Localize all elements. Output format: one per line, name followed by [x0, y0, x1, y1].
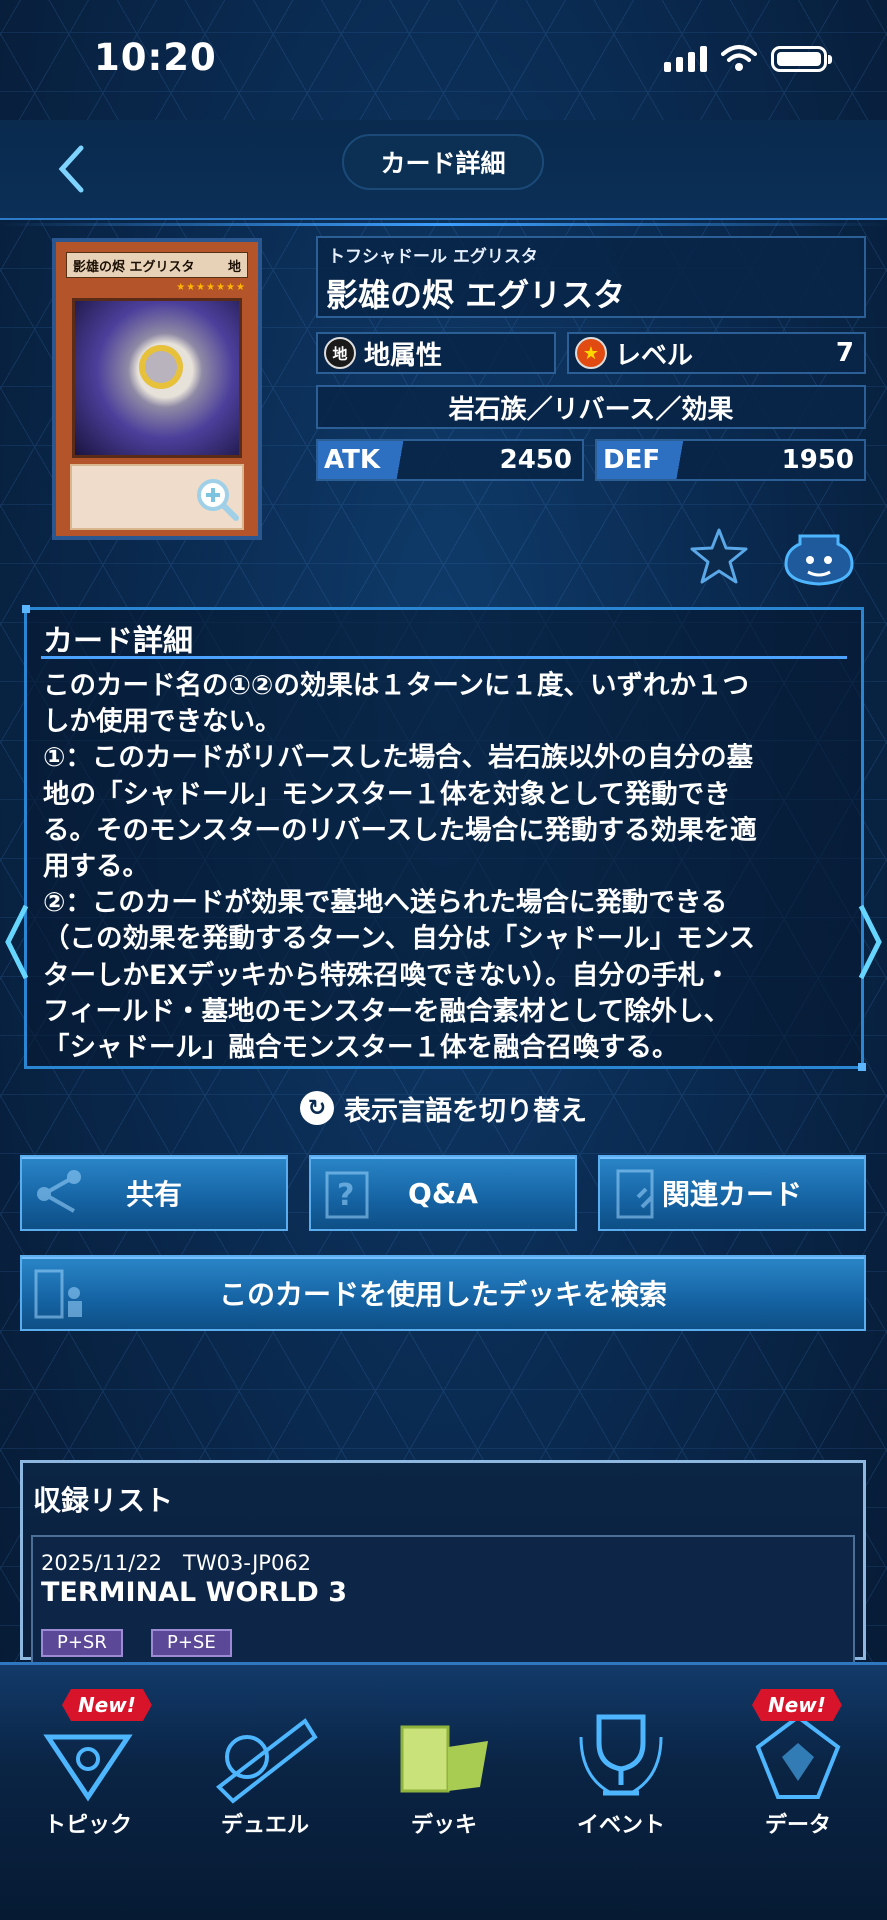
svg-text:?: ?	[337, 1178, 354, 1213]
record-list-item[interactable]: 2025/11/22 TW03-JP062 TERMINAL WORLD 3 P…	[31, 1535, 855, 1675]
nav-duel[interactable]: デュエル	[185, 1689, 345, 1839]
atk-label: ATK	[318, 441, 418, 479]
favorite-star-icon[interactable]	[688, 526, 750, 586]
wifi-icon	[721, 45, 757, 71]
card-image-name: 地 影雄の烬 エグリスタ	[66, 252, 248, 278]
nav-topics[interactable]: New! トピック	[8, 1689, 168, 1839]
status-icons	[664, 44, 832, 72]
page-title: カード詳細	[342, 134, 544, 190]
qa-label: Q&A	[408, 1176, 478, 1210]
details-divider	[41, 656, 847, 659]
signal-icon	[664, 46, 707, 72]
record-list: 収録リスト 2025/11/22 TW03-JP062 TERMINAL WOR…	[20, 1460, 866, 1675]
related-cards-label: 関連カード	[661, 1178, 802, 1211]
language-toggle-label: 表示言語を切り替え	[344, 1095, 587, 1127]
details-title: カード詳細	[43, 624, 193, 659]
duel-disk-icon	[215, 1718, 318, 1804]
record-list-title: 収録リスト	[33, 1484, 174, 1517]
card-image-attribute: 地	[227, 260, 241, 275]
card-type: 岩石族／リバース／効果	[316, 385, 866, 429]
card-details-panel: カード詳細 このカード名の①②の効果は１ターンに１度、いずれか１つ しか使用でき…	[22, 605, 866, 1071]
qa-icon: ?	[325, 1171, 369, 1219]
prev-card-arrow-icon[interactable]	[2, 902, 32, 982]
card-image[interactable]: 地 影雄の烬 エグリスタ ★★★★★★★	[52, 238, 262, 540]
card-artwork	[72, 298, 242, 458]
attribute-label: 地属性	[364, 340, 443, 371]
nav-topics-label: トピック	[43, 1813, 132, 1838]
deck-search-icon	[34, 1269, 82, 1319]
language-toggle[interactable]: ↻ 表示言語を切り替え	[0, 1086, 887, 1130]
status-bar: 10:20	[0, 0, 887, 120]
level-value: 7	[835, 338, 854, 368]
nav-duel-label: デュエル	[220, 1813, 309, 1838]
next-card-arrow-icon[interactable]	[855, 902, 885, 982]
back-button[interactable]	[46, 138, 96, 200]
qa-button[interactable]: ? Q&A	[309, 1155, 577, 1231]
share-icon	[37, 1170, 81, 1213]
attribute-box: 地 地属性	[316, 332, 556, 374]
related-cards-icon	[616, 1169, 654, 1219]
card-image-stars: ★★★★★★★	[176, 282, 246, 293]
rarity-badge: P+SR	[41, 1629, 123, 1657]
nav-data[interactable]: New! データ	[718, 1689, 878, 1839]
zoom-in-icon[interactable]	[194, 476, 240, 522]
figure-jar-icon[interactable]	[782, 526, 856, 586]
data-dragon-icon	[755, 1714, 841, 1799]
card-furigana: トフシャドール エグリスタ	[328, 247, 538, 267]
share-button[interactable]: 共有	[20, 1155, 288, 1231]
nav-deck-label: デッキ	[410, 1813, 477, 1838]
deck-search-label: このカードを使用したデッキを検索	[218, 1278, 667, 1311]
atk-value: 2450	[499, 445, 572, 475]
nav-deck[interactable]: デッキ	[364, 1689, 524, 1839]
earth-attribute-icon: 地	[324, 337, 356, 369]
nav-event[interactable]: イベント	[541, 1689, 701, 1839]
deck-search-button[interactable]: このカードを使用したデッキを検索	[20, 1255, 866, 1331]
new-badge: New!	[752, 1689, 842, 1721]
battery-icon	[771, 46, 832, 72]
record-date-code: 2025/11/22 TW03-JP062	[41, 1551, 312, 1575]
level-box: ★ レベル 7	[567, 332, 866, 374]
level-star-icon: ★	[575, 337, 607, 369]
refresh-icon: ↻	[300, 1091, 334, 1125]
deck-icon	[400, 1725, 488, 1793]
record-set-name: TERMINAL WORLD 3	[41, 1577, 347, 1608]
chevron-left-icon	[58, 145, 84, 193]
def-label: DEF	[597, 441, 699, 479]
rarity-badge: P+SE	[151, 1629, 232, 1657]
trophy-icon	[579, 1714, 663, 1796]
nav-event-label: イベント	[576, 1813, 665, 1838]
share-label: 共有	[125, 1178, 182, 1211]
def-box: DEF 1950	[595, 439, 866, 481]
nav-data-label: データ	[764, 1813, 831, 1838]
status-time: 10:20	[94, 36, 217, 79]
app-root: 10:20 カード詳細 地影雄の烬 エグリスタ ★★★★★★★ トフシャドール …	[0, 0, 887, 1920]
card-name: 影雄の烬 エグリスタ	[326, 276, 626, 314]
card-image-name-text: 影雄の烬 エグリスタ	[73, 260, 195, 275]
top-header: カード詳細	[0, 120, 887, 226]
topics-icon	[43, 1734, 133, 1802]
atk-box: ATK 2450	[316, 439, 584, 481]
def-value: 1950	[781, 445, 854, 475]
bottom-nav: New! トピック デュエル デッキ イベント New! データ	[0, 1662, 887, 1920]
details-text: このカード名の①②の効果は１ターンに１度、いずれか１つ しか使用できない。 ①：…	[43, 670, 757, 1064]
level-label: レベル	[615, 340, 694, 371]
related-cards-button[interactable]: 関連カード	[598, 1155, 866, 1231]
new-badge: New!	[62, 1689, 152, 1721]
